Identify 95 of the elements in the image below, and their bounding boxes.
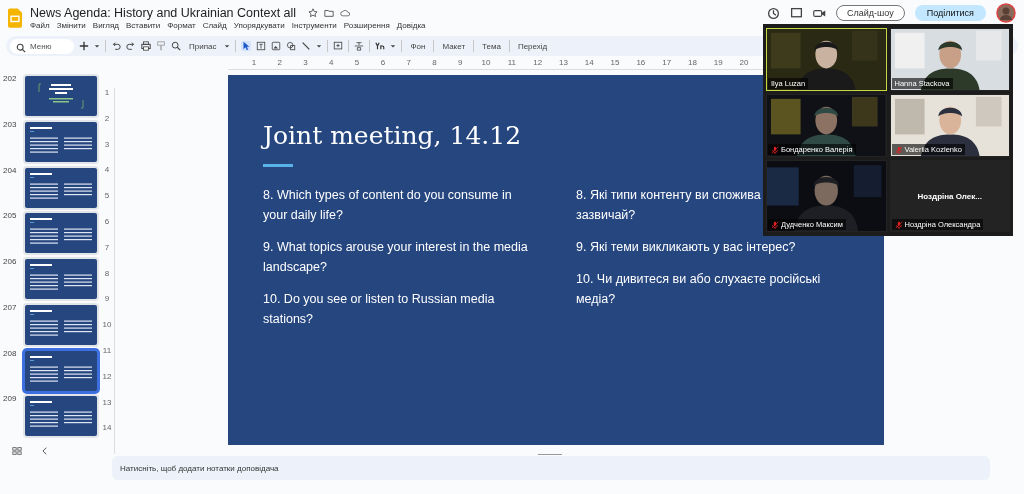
cloud-icon[interactable] — [340, 8, 351, 18]
ruler-number: 8 — [431, 58, 438, 69]
ruler-number: 13 — [102, 397, 112, 409]
toolbar-button[interactable]: Перехід — [514, 41, 551, 51]
ruler-number: 19 — [712, 58, 724, 69]
ruler-number: 10 — [480, 58, 492, 69]
undo-icon[interactable] — [111, 41, 121, 51]
caret-icon[interactable] — [94, 43, 100, 49]
speaker-notes-field[interactable]: Натисніть, щоб додати нотатки доповідача — [112, 456, 990, 480]
ruler-number: 7 — [104, 242, 110, 254]
text-style-icon[interactable] — [375, 41, 386, 51]
history-icon[interactable] — [767, 6, 780, 20]
toolbar-button[interactable]: Тема — [479, 41, 504, 51]
caret-icon[interactable] — [390, 43, 397, 49]
slide-number: 202 — [2, 74, 18, 83]
image-icon[interactable] — [271, 41, 282, 51]
slide-number: 209 — [2, 394, 18, 404]
comment-add-icon[interactable] — [333, 41, 344, 51]
ruler-number: 6 — [379, 58, 387, 69]
menu-item[interactable]: Вставити — [126, 21, 161, 30]
accent-line — [263, 164, 293, 167]
ruler-number: 7 — [405, 58, 412, 69]
ruler-number: 18 — [687, 58, 698, 69]
slide-number: 203 — [2, 119, 18, 129]
question-text: 8. Які типи контенту ви спожива зазвичай? — [576, 187, 761, 224]
ruler-number: 8 — [104, 268, 110, 280]
menu-item[interactable]: Упорядкувати — [233, 21, 285, 30]
slide-title: Joint meeting, 14.12 — [263, 121, 522, 150]
ruler-number: 4 — [104, 165, 110, 177]
ruler-number: 5 — [104, 191, 110, 203]
ruler-number: 9 — [457, 58, 464, 69]
menu-item[interactable]: Файл — [30, 21, 50, 30]
slide-number: 207 — [2, 302, 18, 312]
folder-icon[interactable] — [324, 8, 335, 18]
redo-icon[interactable] — [126, 41, 136, 51]
ruler-number: 2 — [276, 58, 283, 69]
ruler-number: 14 — [583, 58, 595, 69]
question-text: 9. What topics arouse your interest in the media landscape? — [263, 239, 528, 276]
share-button[interactable]: Поділитися — [914, 5, 986, 21]
zoom-icon[interactable] — [171, 41, 181, 51]
caret-icon[interactable] — [316, 43, 323, 49]
slide-number: 205 — [2, 211, 18, 221]
slide-thumbnail[interactable] — [23, 348, 99, 393]
ruler-number: 11 — [506, 58, 517, 69]
participant-display-name: Ноздріна Олек... — [917, 191, 982, 201]
ruler-number: 2 — [104, 113, 110, 125]
ruler-number: 1 — [250, 58, 258, 69]
toolbar-button[interactable]: Фон — [407, 41, 429, 51]
ruler-number: 12 — [532, 58, 544, 69]
menu-item[interactable]: Інструменти — [291, 21, 337, 30]
ruler-number: 14 — [102, 423, 112, 435]
menu-item[interactable]: Змінити — [56, 21, 86, 30]
toolbar-button[interactable]: Макет — [439, 41, 469, 51]
menu-item[interactable]: Вигляд — [92, 21, 120, 30]
ruler-number: 12 — [102, 371, 112, 383]
caret-icon[interactable] — [224, 43, 231, 49]
ruler-number: 3 — [104, 139, 110, 151]
ruler-number: 9 — [104, 294, 110, 306]
document-title[interactable]: News Agenda: History and Ukrainian Context all — [30, 6, 297, 20]
menu-item[interactable]: Розширення — [343, 21, 390, 30]
slide-number: 204 — [2, 165, 18, 175]
print-icon[interactable] — [141, 41, 151, 51]
menu-search-field[interactable]: Меню — [10, 38, 74, 54]
slide-number: 206 — [2, 257, 18, 266]
slide-number: 208 — [2, 348, 18, 358]
line-icon[interactable] — [301, 41, 312, 51]
question-text: 10. Чи дивитеся ви або слухаєте російські медіа? — [576, 271, 821, 308]
ruler-number: 6 — [104, 217, 110, 228]
star-icon[interactable] — [308, 8, 319, 18]
menu-item[interactable]: Довідка — [396, 21, 426, 30]
slideshow-button[interactable]: Слайд-шоу — [836, 5, 905, 21]
ruler-number: 5 — [353, 58, 361, 69]
grid-view-icon[interactable] — [12, 446, 22, 456]
question-text: 9. Які теми викликають у вас інтерес? — [576, 239, 796, 256]
cursor-icon[interactable] — [241, 41, 252, 51]
ruler-number: 16 — [635, 58, 647, 69]
ruler-number: 4 — [328, 58, 335, 69]
ruler-number: 3 — [302, 58, 309, 69]
text-box-icon[interactable] — [256, 41, 267, 51]
menu-item[interactable]: Слайд — [202, 21, 227, 30]
zoom-dropdown[interactable]: Припас — [186, 41, 220, 51]
question-text: 8. Which types of content do you consume in your daily life? — [263, 187, 512, 224]
plus-icon[interactable] — [79, 41, 89, 51]
question-text: 10. Do you see or listen to Russian media stations? — [263, 291, 495, 328]
ruler-number: 20 — [738, 58, 750, 69]
shape-icon[interactable] — [286, 41, 297, 51]
search-icon — [16, 42, 26, 53]
avatar-icon[interactable] — [996, 3, 1016, 23]
menu-item[interactable]: Формат — [167, 21, 196, 30]
ruler-number: 13 — [558, 58, 569, 69]
ruler-number: 1 — [104, 88, 110, 99]
ruler-number: 10 — [102, 320, 112, 332]
ruler-number: 15 — [609, 58, 621, 69]
ruler-number: 11 — [102, 345, 112, 357]
ruler-number: 17 — [661, 58, 673, 69]
